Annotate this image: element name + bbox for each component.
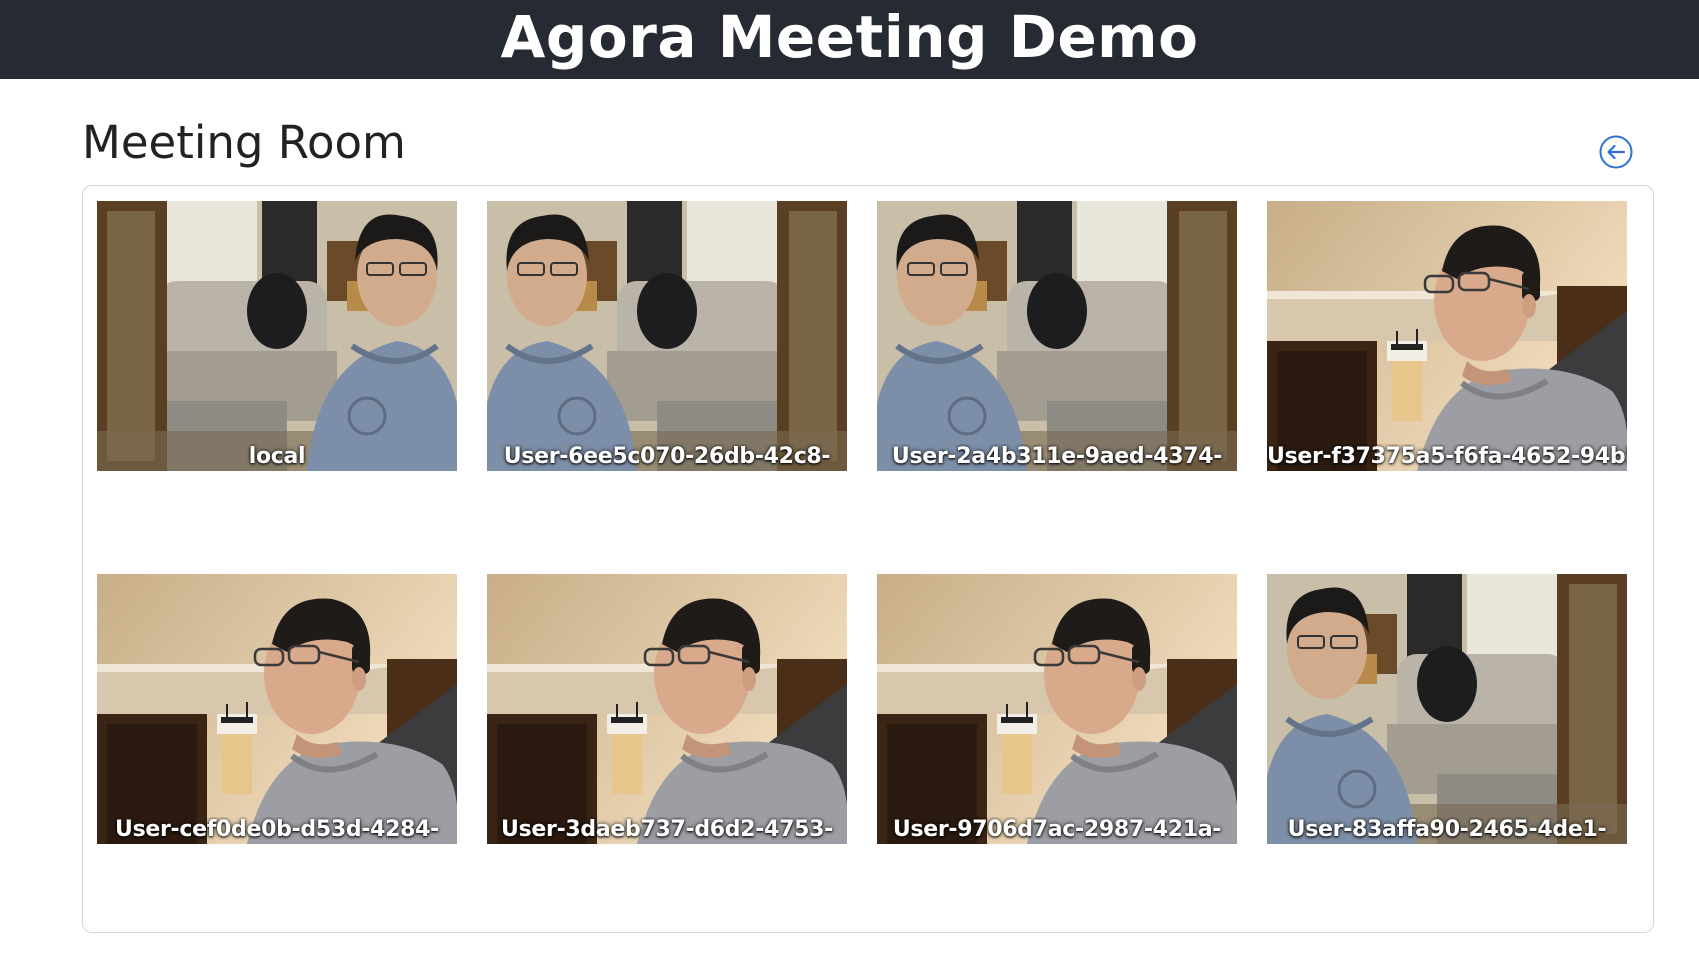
camera-feed xyxy=(877,574,1237,844)
video-tile-remote[interactable]: User-f37375a5-f6fa-4652-94b5- xyxy=(1267,201,1627,471)
video-tile-remote[interactable]: User-9706d7ac-2987-421a- xyxy=(877,574,1237,844)
video-tile-remote[interactable]: User-3daeb737-d6d2-4753- xyxy=(487,574,847,844)
page-title: Meeting Room xyxy=(82,116,406,169)
app-header: Agora Meeting Demo xyxy=(0,0,1699,79)
camera-feed xyxy=(487,574,847,844)
participant-label: User-3daeb737-d6d2-4753- xyxy=(501,817,833,842)
camera-feed xyxy=(97,574,457,844)
app-title: Agora Meeting Demo xyxy=(500,2,1199,71)
participant-label: User-2a4b311e-9aed-4374- xyxy=(891,444,1223,469)
arrow-left-circle-icon xyxy=(1599,135,1633,169)
participant-label: local xyxy=(248,444,306,469)
participant-label: User-f37375a5-f6fa-4652-94b5- xyxy=(1267,444,1627,469)
camera-feed xyxy=(1267,574,1627,844)
video-tile-remote[interactable]: User-83affa90-2465-4de1- xyxy=(1267,574,1627,844)
video-tile-remote[interactable]: User-6ee5c070-26db-42c8- xyxy=(487,201,847,471)
video-tile-local[interactable]: local xyxy=(97,201,457,471)
participant-label: User-9706d7ac-2987-421a- xyxy=(892,817,1222,842)
camera-feed xyxy=(877,201,1237,471)
video-tile-remote[interactable]: User-2a4b311e-9aed-4374- xyxy=(877,201,1237,471)
back-button[interactable] xyxy=(1599,135,1633,169)
camera-feed xyxy=(487,201,847,471)
participant-label: User-6ee5c070-26db-42c8- xyxy=(503,444,831,469)
camera-feed xyxy=(1267,201,1627,471)
participant-label: User-cef0de0b-d53d-4284- xyxy=(115,817,439,842)
participant-label: User-83affa90-2465-4de1- xyxy=(1287,817,1607,842)
video-tile-remote[interactable]: User-cef0de0b-d53d-4284- xyxy=(97,574,457,844)
camera-feed xyxy=(97,201,457,471)
